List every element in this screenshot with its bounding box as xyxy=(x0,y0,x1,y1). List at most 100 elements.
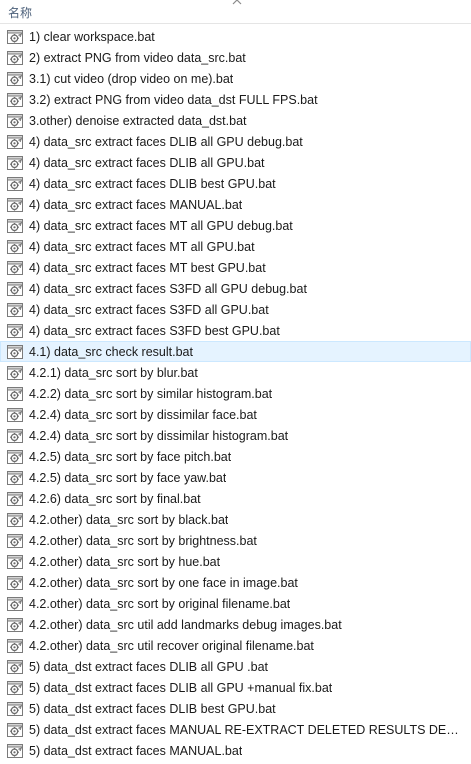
batch-file-icon xyxy=(7,407,23,422)
file-name-label: 4.2.4) data_src sort by dissimilar histo… xyxy=(29,428,289,443)
batch-file-icon xyxy=(7,449,23,464)
batch-file-icon xyxy=(7,554,23,569)
file-row[interactable]: 5) data_dst extract faces DLIB best GPU.… xyxy=(0,698,471,719)
file-row[interactable]: 4.2.other) data_src sort by original fil… xyxy=(0,593,471,614)
file-list: 1) clear workspace.bat 2) extract PNG fr… xyxy=(0,26,471,761)
chevron-up-icon[interactable] xyxy=(232,0,242,6)
file-row[interactable]: 4.2.other) data_src sort by one face in … xyxy=(0,572,471,593)
file-row[interactable]: 4) data_src extract faces DLIB all GPU d… xyxy=(0,131,471,152)
batch-file-icon xyxy=(7,701,23,716)
batch-file-icon xyxy=(7,659,23,674)
file-row[interactable]: 5) data_dst extract faces DLIB all GPU +… xyxy=(0,677,471,698)
file-name-label: 4) data_src extract faces MANUAL.bat xyxy=(29,197,243,212)
file-name-label: 3.other) denoise extracted data_dst.bat xyxy=(29,113,247,128)
batch-file-icon xyxy=(7,575,23,590)
file-name-label: 5) data_dst extract faces MANUAL.bat xyxy=(29,743,243,758)
file-row[interactable]: 4) data_src extract faces DLIB best GPU.… xyxy=(0,173,471,194)
batch-file-icon xyxy=(7,302,23,317)
file-name-label: 4) data_src extract faces MT all GPU deb… xyxy=(29,218,293,233)
file-row[interactable]: 4.2.other) data_src util add landmarks d… xyxy=(0,614,471,635)
column-header: 名称 xyxy=(0,0,471,24)
file-name-label: 4.2.6) data_src sort by final.bat xyxy=(29,491,201,506)
file-name-label: 2) extract PNG from video data_src.bat xyxy=(29,50,246,65)
batch-file-icon xyxy=(7,344,23,359)
file-row[interactable]: 4) data_src extract faces DLIB all GPU.b… xyxy=(0,152,471,173)
file-row[interactable]: 3.other) denoise extracted data_dst.bat xyxy=(0,110,471,131)
batch-file-icon xyxy=(7,29,23,44)
file-row[interactable]: 5) data_dst extract faces MANUAL RE-EXTR… xyxy=(0,719,471,740)
file-row[interactable]: 4) data_src extract faces S3FD all GPU.b… xyxy=(0,299,471,320)
header-divider xyxy=(0,23,471,24)
file-name-label: 4.2.other) data_src util recover origina… xyxy=(29,638,314,653)
file-row[interactable]: 4.2.6) data_src sort by final.bat xyxy=(0,488,471,509)
file-row[interactable]: 4) data_src extract faces S3FD all GPU d… xyxy=(0,278,471,299)
file-row[interactable]: 4.2.4) data_src sort by dissimilar histo… xyxy=(0,425,471,446)
name-column-header[interactable]: 名称 xyxy=(8,6,32,20)
batch-file-icon xyxy=(7,512,23,527)
file-name-label: 4.2.2) data_src sort by similar histogra… xyxy=(29,386,273,401)
file-row[interactable]: 4.2.2) data_src sort by similar histogra… xyxy=(0,383,471,404)
file-name-label: 4.2.other) data_src sort by hue.bat xyxy=(29,554,221,569)
file-name-label: 1) clear workspace.bat xyxy=(29,29,155,44)
batch-file-icon xyxy=(7,134,23,149)
batch-file-icon xyxy=(7,743,23,758)
batch-file-icon xyxy=(7,71,23,86)
batch-file-icon xyxy=(7,533,23,548)
file-row[interactable]: 5) data_dst extract faces MANUAL.bat xyxy=(0,740,471,761)
file-row[interactable]: 3.1) cut video (drop video on me).bat xyxy=(0,68,471,89)
file-name-label: 4) data_src extract faces DLIB best GPU.… xyxy=(29,176,276,191)
file-name-label: 4.2.5) data_src sort by face pitch.bat xyxy=(29,449,232,464)
file-name-label: 5) data_dst extract faces DLIB all GPU +… xyxy=(29,680,333,695)
batch-file-icon xyxy=(7,92,23,107)
file-row[interactable]: 4.2.5) data_src sort by face pitch.bat xyxy=(0,446,471,467)
file-name-label: 5) data_dst extract faces DLIB all GPU .… xyxy=(29,659,269,674)
file-name-label: 3.1) cut video (drop video on me).bat xyxy=(29,71,234,86)
batch-file-icon xyxy=(7,386,23,401)
file-name-label: 4.2.4) data_src sort by dissimilar face.… xyxy=(29,407,257,422)
file-row[interactable]: 4) data_src extract faces MT all GPU.bat xyxy=(0,236,471,257)
file-name-label: 4) data_src extract faces DLIB all GPU.b… xyxy=(29,155,265,170)
file-name-label: 4.2.other) data_src sort by black.bat xyxy=(29,512,229,527)
file-row[interactable]: 4) data_src extract faces MT all GPU deb… xyxy=(0,215,471,236)
batch-file-icon xyxy=(7,470,23,485)
batch-file-icon xyxy=(7,323,23,338)
file-row[interactable]: 3.2) extract PNG from video data_dst FUL… xyxy=(0,89,471,110)
batch-file-icon xyxy=(7,617,23,632)
file-name-label: 4) data_src extract faces DLIB all GPU d… xyxy=(29,134,303,149)
file-name-label: 4.2.other) data_src sort by brightness.b… xyxy=(29,533,257,548)
file-row[interactable]: 4.2.1) data_src sort by blur.bat xyxy=(0,362,471,383)
batch-file-icon xyxy=(7,176,23,191)
file-name-label: 4) data_src extract faces S3FD all GPU d… xyxy=(29,281,307,296)
batch-file-icon xyxy=(7,365,23,380)
batch-file-icon xyxy=(7,113,23,128)
file-name-label: 5) data_dst extract faces MANUAL RE-EXTR… xyxy=(29,722,459,737)
file-row[interactable]: 4.2.other) data_src sort by brightness.b… xyxy=(0,530,471,551)
file-row[interactable]: 4) data_src extract faces S3FD best GPU.… xyxy=(0,320,471,341)
file-row[interactable]: 4) data_src extract faces MANUAL.bat xyxy=(0,194,471,215)
file-row[interactable]: 1) clear workspace.bat xyxy=(0,26,471,47)
file-name-label: 4.2.other) data_src util add landmarks d… xyxy=(29,617,342,632)
file-row[interactable]: 4.2.other) data_src sort by hue.bat xyxy=(0,551,471,572)
batch-file-icon xyxy=(7,428,23,443)
batch-file-icon xyxy=(7,680,23,695)
batch-file-icon xyxy=(7,155,23,170)
batch-file-icon xyxy=(7,722,23,737)
file-row[interactable]: 4.1) data_src check result.bat xyxy=(0,341,471,362)
batch-file-icon xyxy=(7,260,23,275)
file-row[interactable]: 4.2.4) data_src sort by dissimilar face.… xyxy=(0,404,471,425)
batch-file-icon xyxy=(7,239,23,254)
file-name-label: 3.2) extract PNG from video data_dst FUL… xyxy=(29,92,318,107)
file-row[interactable]: 4) data_src extract faces MT best GPU.ba… xyxy=(0,257,471,278)
file-name-label: 4.1) data_src check result.bat xyxy=(29,344,193,359)
file-row[interactable]: 4.2.5) data_src sort by face yaw.bat xyxy=(0,467,471,488)
batch-file-icon xyxy=(7,218,23,233)
file-row[interactable]: 2) extract PNG from video data_src.bat xyxy=(0,47,471,68)
file-row[interactable]: 5) data_dst extract faces DLIB all GPU .… xyxy=(0,656,471,677)
file-name-label: 4.2.other) data_src sort by original fil… xyxy=(29,596,291,611)
batch-file-icon xyxy=(7,638,23,653)
batch-file-icon xyxy=(7,50,23,65)
batch-file-icon xyxy=(7,596,23,611)
file-row[interactable]: 4.2.other) data_src util recover origina… xyxy=(0,635,471,656)
file-name-label: 4) data_src extract faces S3FD all GPU.b… xyxy=(29,302,269,317)
file-row[interactable]: 4.2.other) data_src sort by black.bat xyxy=(0,509,471,530)
